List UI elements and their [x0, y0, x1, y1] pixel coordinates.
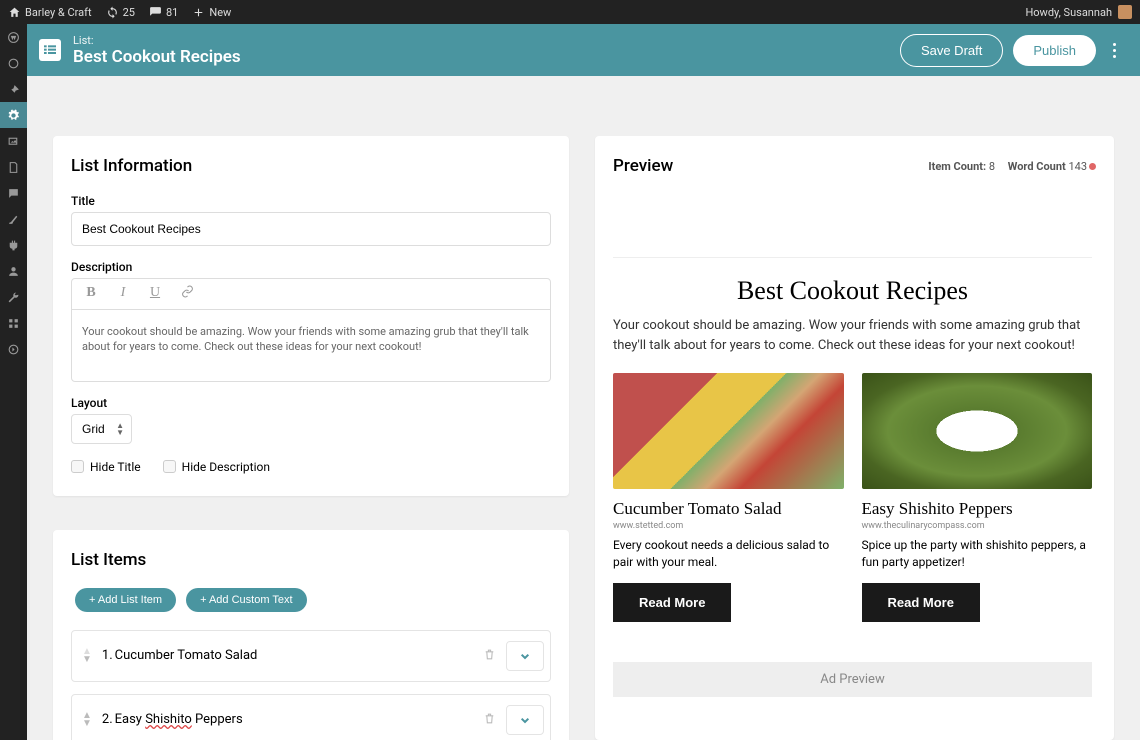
delete-button[interactable] [479, 642, 500, 669]
sidebar-wordpress[interactable] [0, 24, 27, 50]
preview-image [862, 373, 1093, 489]
preview-item: Easy Shishito Peppers www.theculinarycom… [862, 373, 1093, 622]
sidebar-appearance[interactable] [0, 206, 27, 232]
media-icon [7, 135, 20, 148]
home-icon [8, 6, 21, 19]
description-editor[interactable]: Your cookout should be amazing. Wow your… [72, 310, 550, 381]
site-name: Barley & Craft [25, 6, 92, 19]
brush-icon [7, 213, 20, 226]
sidebar-active[interactable] [0, 102, 27, 128]
dashboard-icon [7, 57, 20, 70]
user-menu[interactable]: Howdy, Susannah [1025, 5, 1132, 19]
save-draft-button[interactable]: Save Draft [900, 34, 1003, 67]
preview-list-title: Best Cookout Recipes [613, 276, 1092, 306]
wordpress-icon [7, 31, 20, 44]
grid-icon [7, 317, 20, 330]
sort-handle[interactable]: ▲▼ [82, 712, 92, 728]
link-button[interactable] [178, 285, 196, 303]
expand-button[interactable] [506, 641, 544, 671]
refresh-count: 25 [123, 6, 135, 19]
sidebar-comments[interactable] [0, 180, 27, 206]
avatar [1118, 5, 1132, 19]
comments-count: 81 [166, 6, 178, 19]
items-card-title: List Items [71, 550, 551, 570]
add-custom-text-button[interactable]: + Add Custom Text [186, 588, 306, 612]
collapse-icon [7, 343, 20, 356]
admin-topbar: Barley & Craft 25 81 New Howdy, Susannah [0, 0, 1140, 24]
bold-button[interactable]: B [82, 285, 100, 303]
comment-icon [7, 187, 20, 200]
page-header: List: Best Cookout Recipes Save Draft Pu… [27, 24, 1140, 76]
preview-panel: Preview Item Count: 8 Word Count 143 Bes… [595, 136, 1114, 740]
underline-button[interactable]: U [146, 285, 164, 303]
expand-button[interactable] [506, 705, 544, 735]
pages-icon [7, 161, 20, 174]
preview-list-desc: Your cookout should be amazing. Wow your… [613, 316, 1092, 355]
delete-button[interactable] [479, 706, 500, 733]
sidebar-collapse[interactable] [0, 336, 27, 362]
add-list-item-button[interactable]: + Add List Item [75, 588, 176, 612]
wrench-icon [7, 291, 20, 304]
admin-sidebar [0, 24, 27, 740]
chevron-down-icon [517, 648, 533, 664]
user-icon [7, 265, 20, 278]
plugins-icon [7, 239, 20, 252]
sidebar-plugins[interactable] [0, 232, 27, 258]
sidebar-media[interactable] [0, 128, 27, 154]
publish-button[interactable]: Publish [1013, 35, 1096, 66]
page-title: Best Cookout Recipes [73, 47, 900, 67]
italic-button[interactable]: I [114, 285, 132, 303]
editor-toolbar: B I U [72, 279, 550, 310]
status-dot [1089, 163, 1096, 170]
hide-desc-check[interactable]: Hide Description [163, 460, 270, 474]
sort-handle[interactable]: ▲▼ [82, 648, 92, 664]
new-link[interactable]: New [192, 6, 231, 19]
list-row: ▲▼ 1.Cucumber Tomato Salad [71, 630, 551, 682]
info-card: List Information Title Description B I U… [53, 136, 569, 496]
link-icon [181, 285, 194, 298]
comments-link[interactable]: 81 [149, 6, 178, 19]
read-more-button[interactable]: Read More [613, 583, 731, 622]
refresh-icon [106, 6, 119, 19]
preview-image [613, 373, 844, 489]
sidebar-posts[interactable] [0, 76, 27, 102]
refresh-link[interactable]: 25 [106, 6, 135, 19]
plus-icon [192, 6, 205, 19]
gear-icon [7, 109, 20, 122]
list-icon [39, 39, 61, 61]
new-label: New [209, 6, 231, 19]
more-menu-button[interactable] [1102, 43, 1126, 58]
layout-label: Layout [71, 396, 551, 410]
trash-icon [483, 712, 496, 725]
sidebar-tools[interactable] [0, 284, 27, 310]
items-card: List Items + Add List Item + Add Custom … [53, 530, 569, 740]
sidebar-users[interactable] [0, 258, 27, 284]
list-row: ▲▼ 2.Easy Shishito Peppers [71, 694, 551, 740]
pin-icon [7, 83, 20, 96]
preview-scroll[interactable]: Best Cookout Recipes Your cookout should… [613, 188, 1102, 728]
title-input[interactable] [71, 212, 551, 246]
sidebar-dashboard[interactable] [0, 50, 27, 76]
title-label: Title [71, 194, 551, 208]
header-sublabel: List: [73, 34, 900, 47]
trash-icon [483, 648, 496, 661]
sidebar-settings[interactable] [0, 310, 27, 336]
ad-preview: Ad Preview [613, 662, 1092, 697]
layout-select[interactable]: Grid [71, 414, 132, 444]
howdy-text: Howdy, Susannah [1025, 6, 1112, 19]
sidebar-pages[interactable] [0, 154, 27, 180]
hide-title-check[interactable]: Hide Title [71, 460, 141, 474]
desc-label: Description [71, 260, 551, 274]
read-more-button[interactable]: Read More [862, 583, 980, 622]
preview-heading: Preview [613, 156, 928, 176]
chevron-down-icon [517, 712, 533, 728]
comments-icon [149, 6, 162, 19]
info-card-title: List Information [71, 156, 551, 176]
site-home-link[interactable]: Barley & Craft [8, 6, 92, 19]
preview-item: Cucumber Tomato Salad www.stetted.com Ev… [613, 373, 844, 622]
